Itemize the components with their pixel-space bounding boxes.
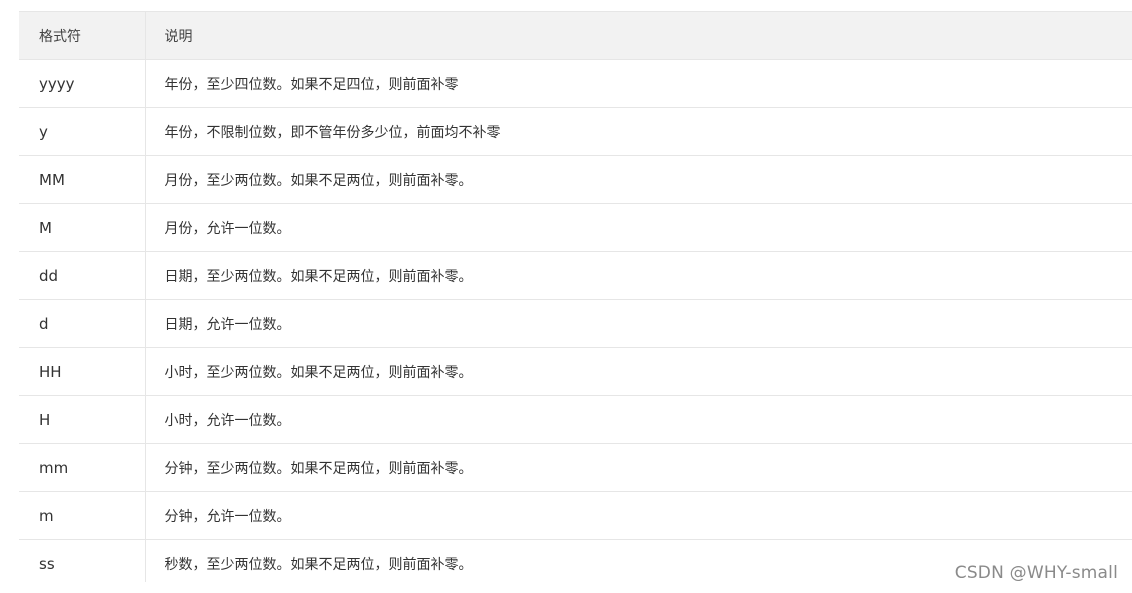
table-row: M 月份，允许一位数。	[19, 203, 1132, 252]
format-cell: d	[19, 299, 146, 348]
description-cell: 小时，允许一位数。	[145, 395, 1132, 444]
watermark: CSDN @WHY-small	[954, 563, 1118, 583]
table-row: H 小时，允许一位数。	[19, 395, 1132, 444]
format-cell: H	[19, 395, 146, 444]
table-header-row: 格式符 说明	[19, 11, 1132, 60]
table-row: MM 月份，至少两位数。如果不足两位，则前面补零。	[19, 155, 1132, 204]
description-cell: 日期，允许一位数。	[145, 299, 1132, 348]
description-cell: 年份，不限制位数，即不管年份多少位，前面均不补零	[145, 107, 1132, 156]
description-cell: 日期，至少两位数。如果不足两位，则前面补零。	[145, 251, 1132, 300]
format-cell: HH	[19, 347, 146, 396]
format-cell: mm	[19, 443, 146, 492]
table-row: yyyy 年份，至少四位数。如果不足四位，则前面补零	[19, 59, 1132, 108]
description-cell: 月份，允许一位数。	[145, 203, 1132, 252]
table-row: HH 小时，至少两位数。如果不足两位，则前面补零。	[19, 347, 1132, 396]
bottom-edge	[0, 582, 1132, 593]
description-cell: 分钟，至少两位数。如果不足两位，则前面补零。	[145, 443, 1132, 492]
format-cell: yyyy	[19, 59, 146, 108]
header-description: 说明	[145, 11, 1132, 60]
description-cell: 分钟，允许一位数。	[145, 491, 1132, 540]
description-cell: 月份，至少两位数。如果不足两位，则前面补零。	[145, 155, 1132, 204]
format-table: 格式符 说明 yyyy 年份，至少四位数。如果不足四位，则前面补零 y 年份，不…	[19, 11, 1132, 582]
format-cell: m	[19, 491, 146, 540]
format-cell: dd	[19, 251, 146, 300]
table-row: y 年份，不限制位数，即不管年份多少位，前面均不补零	[19, 107, 1132, 156]
table-row: d 日期，允许一位数。	[19, 299, 1132, 348]
header-format: 格式符	[19, 11, 146, 60]
description-cell: 年份，至少四位数。如果不足四位，则前面补零	[145, 59, 1132, 108]
table-row: m 分钟，允许一位数。	[19, 491, 1132, 540]
format-cell: M	[19, 203, 146, 252]
table-row: mm 分钟，至少两位数。如果不足两位，则前面补零。	[19, 443, 1132, 492]
format-table-container: 格式符 说明 yyyy 年份，至少四位数。如果不足四位，则前面补零 y 年份，不…	[19, 11, 1132, 582]
format-cell: y	[19, 107, 146, 156]
table-row: dd 日期，至少两位数。如果不足两位，则前面补零。	[19, 251, 1132, 300]
format-cell: MM	[19, 155, 146, 204]
description-cell: 小时，至少两位数。如果不足两位，则前面补零。	[145, 347, 1132, 396]
format-cell: ss	[19, 539, 146, 582]
